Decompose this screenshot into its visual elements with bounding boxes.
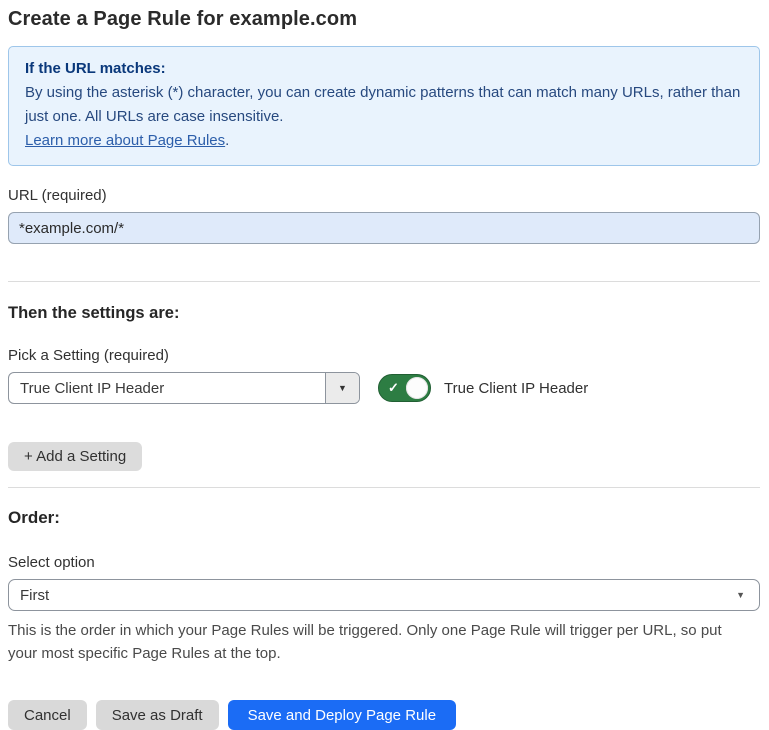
- url-match-info-box: If the URL matches: By using the asteris…: [8, 46, 760, 166]
- save-as-draft-button[interactable]: Save as Draft: [96, 700, 219, 730]
- section-divider: [8, 281, 760, 282]
- toggle-label: True Client IP Header: [444, 380, 588, 397]
- setting-select-arrow-segment[interactable]: ▼: [325, 373, 359, 403]
- info-box-body: By using the asterisk (*) character, you…: [25, 81, 743, 129]
- section-divider: [8, 487, 760, 488]
- order-help-text: This is the order in which your Page Rul…: [8, 619, 753, 665]
- add-setting-button[interactable]: + Add a Setting: [8, 442, 142, 471]
- check-icon: ✓: [388, 380, 399, 396]
- caret-down-icon: ▼: [736, 591, 745, 600]
- create-page-rule-form: Create a Page Rule for example.com If th…: [0, 0, 769, 730]
- toggle-knob: [406, 377, 428, 399]
- setting-picker-label: Pick a Setting (required): [8, 347, 760, 364]
- order-select[interactable]: First ▼: [8, 579, 760, 611]
- page-title: Create a Page Rule for example.com: [8, 8, 760, 31]
- setting-select-value: True Client IP Header: [9, 373, 325, 403]
- caret-down-icon: ▼: [338, 384, 347, 393]
- cancel-button[interactable]: Cancel: [8, 700, 87, 730]
- url-field-label: URL (required): [8, 187, 760, 204]
- learn-more-link[interactable]: Learn more about Page Rules: [25, 132, 225, 149]
- order-select-value: First: [20, 587, 736, 604]
- save-and-deploy-button[interactable]: Save and Deploy Page Rule: [228, 700, 456, 730]
- order-section-heading: Order:: [8, 508, 760, 528]
- info-box-heading: If the URL matches:: [25, 57, 743, 81]
- link-suffix: .: [225, 132, 229, 149]
- info-box-link-line: Learn more about Page Rules.: [25, 129, 743, 153]
- setting-select[interactable]: True Client IP Header ▼: [8, 372, 360, 404]
- url-input[interactable]: [8, 212, 760, 244]
- setting-picker-row: True Client IP Header ▼ ✓ True Client IP…: [8, 372, 760, 404]
- footer-actions: Cancel Save as Draft Save and Deploy Pag…: [8, 700, 760, 730]
- true-client-ip-toggle[interactable]: ✓: [378, 374, 431, 402]
- order-select-label: Select option: [8, 554, 760, 571]
- settings-section-heading: Then the settings are:: [8, 304, 760, 323]
